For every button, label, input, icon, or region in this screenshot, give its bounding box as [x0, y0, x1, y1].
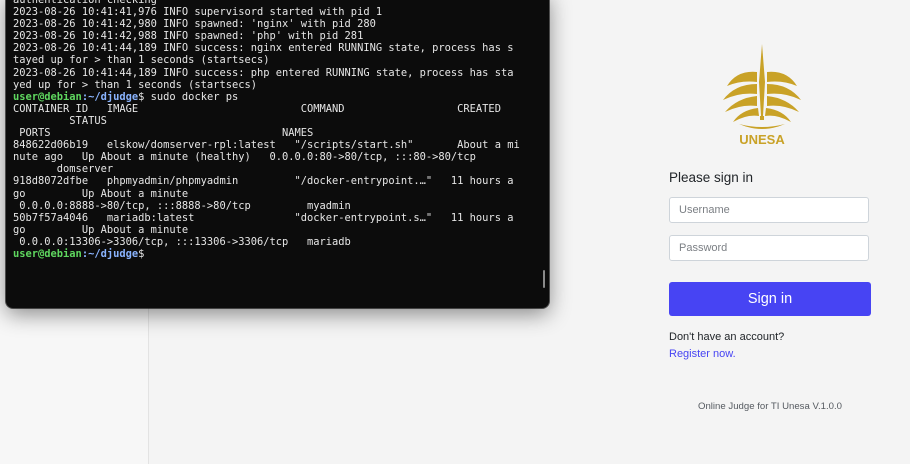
- terminal-output[interactable]: authentication checking 2023-08-26 10:41:…: [13, 0, 541, 260]
- terminal-line: 2023-08-26 10:41:42,980 INFO spawned: 'n…: [13, 18, 376, 31]
- terminal-line: user@debian:~/djudge$: [13, 248, 541, 260]
- terminal-line: user@debian:~/djudge$ sudo docker ps: [13, 91, 541, 103]
- terminal-line: CONTAINER ID IMAGE COMMAND CREATED: [13, 102, 501, 115]
- terminal-window[interactable]: authentication checking 2023-08-26 10:41:…: [6, 0, 549, 308]
- terminal-line: 918d8072dfbe phpmyadmin/phpmyadmin "/doc…: [13, 175, 514, 188]
- terminal-line: nute ago Up About a minute (healthy) 0.0…: [13, 151, 476, 164]
- footer-version: Online Judge for TI Unesa V.1.0.0: [698, 401, 842, 412]
- terminal-line: 2023-08-26 10:41:41,976 INFO supervisord…: [13, 6, 383, 19]
- terminal-line: 2023-08-26 10:41:44,189 INFO success: ng…: [13, 42, 514, 55]
- username-input[interactable]: [669, 197, 869, 223]
- prompt-path: :~/djudge: [81, 90, 139, 103]
- terminal-line: go Up About a minute: [13, 223, 189, 236]
- terminal-line: domserver: [13, 163, 114, 176]
- register-link[interactable]: Register now.: [669, 348, 736, 360]
- prompt-command: $: [138, 247, 145, 260]
- terminal-line: yed up for > than 1 seconds (startsecs): [13, 78, 257, 91]
- terminal-line: tayed up for > than 1 seconds (startsecs…: [13, 54, 270, 67]
- signin-button[interactable]: Sign in: [669, 282, 871, 316]
- prompt-path: :~/djudge: [81, 247, 139, 260]
- no-account-text: Don't have an account?: [669, 331, 785, 343]
- terminal-line: 848622d06b19 elskow/domserver-rpl:latest…: [13, 139, 520, 152]
- terminal-line: 2023-08-26 10:41:44,189 INFO success: ph…: [13, 66, 514, 79]
- terminal-line: 50b7f57a4046 mariadb:latest "docker-entr…: [13, 211, 514, 224]
- terminal-line: STATUS: [13, 114, 107, 127]
- prompt-user: user@debian: [13, 90, 82, 103]
- unesa-logo-icon: UNESA: [723, 44, 801, 147]
- prompt-user: user@debian: [13, 247, 82, 260]
- password-input[interactable]: [669, 235, 869, 261]
- terminal-line: 0.0.0.0:13306->3306/tcp, :::13306->3306/…: [13, 235, 351, 248]
- terminal-scrollbar[interactable]: [543, 270, 545, 288]
- terminal-line: 2023-08-26 10:41:42,988 INFO spawned: 'p…: [13, 30, 364, 43]
- signin-title: Please sign in: [669, 170, 754, 185]
- prompt-command: $ sudo docker ps: [138, 90, 239, 103]
- terminal-line: PORTS NAMES: [13, 127, 314, 140]
- terminal-line: go Up About a minute: [13, 187, 189, 200]
- login-panel: UNESA Please sign in Sign in Don't have …: [669, 0, 871, 464]
- desktop: authentication checking 2023-08-26 10:41:…: [0, 0, 910, 464]
- logo-text: UNESA: [739, 132, 785, 147]
- terminal-line: 0.0.0.0:8888->80/tcp, :::8888->80/tcp my…: [13, 199, 351, 212]
